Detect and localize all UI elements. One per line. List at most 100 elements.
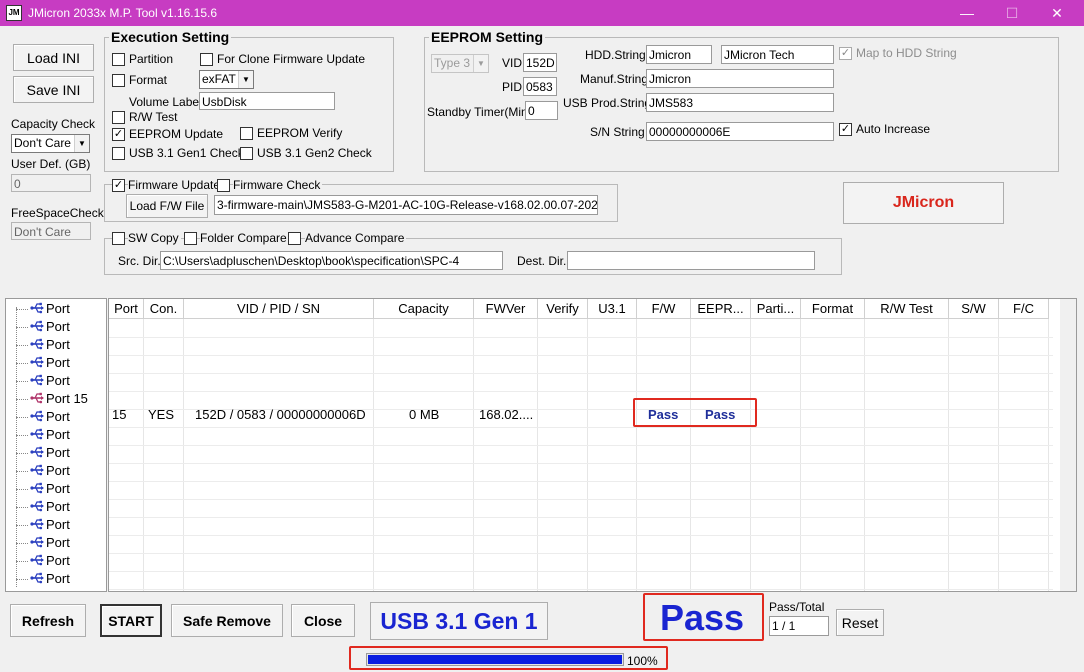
port-tree[interactable]: Port Port Port Port Port Port 15 Port Port Port P…	[5, 298, 107, 592]
maximize-icon[interactable]: ☐	[997, 3, 1027, 23]
eeprom-setting-title: EEPROM Setting	[429, 29, 546, 45]
tree-item-port[interactable]: Port	[6, 336, 106, 354]
dest-dir-field[interactable]	[567, 251, 815, 270]
firmware-check-checkbox[interactable]	[217, 179, 230, 192]
column-divider	[474, 319, 538, 591]
tree-connector	[16, 399, 28, 400]
column-divider	[999, 319, 1049, 591]
usb31-gen2-checkbox[interactable]	[240, 147, 253, 160]
usb-port-icon	[30, 427, 44, 441]
column-divider	[865, 319, 949, 591]
tree-item-port[interactable]: Port	[6, 480, 106, 498]
table-row	[109, 553, 1053, 554]
start-button[interactable]: START	[100, 604, 162, 637]
vid-field[interactable]: 152D	[523, 53, 557, 72]
usb31-gen1-checkbox[interactable]	[112, 147, 125, 160]
column-header[interactable]: Capacity	[374, 299, 474, 319]
clone-firmware-checkbox[interactable]	[200, 53, 213, 66]
row-con-cell: YES	[148, 407, 175, 422]
grid-scrollbar[interactable]	[1060, 299, 1076, 591]
advance-compare-checkbox[interactable]	[288, 232, 301, 245]
hdd-string-field-1[interactable]: Jmicron	[646, 45, 712, 64]
minimize-icon[interactable]: —	[952, 3, 982, 23]
tree-item-port[interactable]: Port	[6, 354, 106, 372]
refresh-button[interactable]: Refresh	[10, 604, 86, 637]
tree-item-port[interactable]: Port	[6, 534, 106, 552]
hdd-string-field-2[interactable]: JMicron Tech	[721, 45, 834, 64]
tree-connector	[16, 471, 28, 472]
usb-prod-string-label: USB Prod.String	[563, 96, 652, 110]
table-row	[109, 499, 1053, 500]
tree-item-port[interactable]: Port	[6, 570, 106, 588]
column-header[interactable]: Format	[801, 299, 865, 319]
tree-item-label: Port	[46, 301, 70, 316]
auto-increase-checkbox[interactable]: ✓	[839, 123, 852, 136]
column-header[interactable]: VID / PID / SN	[184, 299, 374, 319]
standby-timer-label: Standby Timer(Min.)	[427, 105, 536, 119]
tree-item-port[interactable]: Port	[6, 408, 106, 426]
sw-copy-checkbox[interactable]	[112, 232, 125, 245]
column-divider	[374, 319, 474, 591]
eeprom-verify-checkbox[interactable]	[240, 127, 253, 140]
save-ini-button[interactable]: Save INI	[13, 76, 94, 103]
firmware-path-field[interactable]: 3-firmware-main\JMS583-G-M201-AC-10G-Rel…	[214, 195, 598, 215]
load-fw-file-button[interactable]: Load F/W File	[126, 194, 208, 218]
column-header[interactable]: FWVer	[474, 299, 538, 319]
device-grid[interactable]: Port Con. VID / PID / SN Capacity FWVer Verif…	[108, 298, 1077, 592]
manuf-string-field[interactable]: Jmicron	[646, 69, 834, 88]
tree-item-port[interactable]: Port	[6, 426, 106, 444]
column-header[interactable]: R/W Test	[865, 299, 949, 319]
folder-compare-checkbox[interactable]	[184, 232, 197, 245]
dest-dir-label: Dest. Dir.	[517, 254, 567, 268]
rw-test-checkbox[interactable]	[112, 111, 125, 124]
column-header[interactable]: Verify	[538, 299, 588, 319]
tree-item-port[interactable]: Port	[6, 300, 106, 318]
column-divider	[184, 319, 374, 591]
title-bar: JM JMicron 2033x M.P. Tool v1.16.15.6 — …	[0, 0, 1084, 26]
sn-string-field[interactable]: 00000000006E	[646, 122, 834, 141]
eeprom-update-checkbox[interactable]: ✓	[112, 128, 125, 141]
tree-item-port[interactable]: Port	[6, 318, 106, 336]
column-header[interactable]: S/W	[949, 299, 999, 319]
standby-timer-field[interactable]: 0	[525, 101, 558, 120]
sn-string-label: S/N String	[590, 125, 645, 139]
close-button[interactable]: Close	[291, 604, 355, 637]
load-ini-button[interactable]: Load INI	[13, 44, 94, 71]
tree-item-port[interactable]: Port	[6, 498, 106, 516]
map-hdd-checkbox: ✓	[839, 47, 852, 60]
window-title: JMicron 2033x M.P. Tool v1.16.15.6	[28, 6, 217, 20]
column-header[interactable]: U3.1	[588, 299, 637, 319]
column-header[interactable]: EEPR...	[691, 299, 751, 319]
capacity-check-select[interactable]: Don't Care ▼	[11, 134, 90, 153]
pid-field[interactable]: 0583	[523, 77, 557, 96]
usb31-gen1-label: USB 3.1 Gen1 Check	[129, 146, 244, 160]
volume-label-field[interactable]: UsbDisk	[199, 92, 335, 110]
column-header[interactable]: F/C	[999, 299, 1049, 319]
tree-item-port[interactable]: Port	[6, 462, 106, 480]
capacity-check-value: Don't Care	[14, 136, 71, 150]
user-def-field[interactable]: 0	[11, 174, 91, 192]
tree-item-port[interactable]: Port 15	[6, 390, 106, 408]
tree-item-port[interactable]: Port	[6, 444, 106, 462]
tree-item-port[interactable]: Port	[6, 516, 106, 534]
column-header[interactable]: Parti...	[751, 299, 801, 319]
reset-button[interactable]: Reset	[836, 609, 884, 636]
result-pass-text: Pass	[660, 597, 745, 638]
column-header[interactable]: Port	[109, 299, 144, 319]
safe-remove-button[interactable]: Safe Remove	[171, 604, 283, 637]
usb-prod-string-field[interactable]: JMS583	[646, 93, 834, 112]
table-row	[109, 337, 1053, 338]
close-icon[interactable]: ✕	[1042, 3, 1072, 23]
tree-item-port[interactable]: Port	[6, 552, 106, 570]
src-dir-field[interactable]: C:\Users\adpluschen\Desktop\book\specifi…	[160, 251, 503, 270]
column-header[interactable]: F/W	[637, 299, 691, 319]
tree-item-port[interactable]: Port	[6, 372, 106, 390]
usb-mode-display: USB 3.1 Gen 1	[370, 602, 548, 640]
partition-checkbox[interactable]	[112, 53, 125, 66]
column-header[interactable]: Con.	[144, 299, 184, 319]
format-type-value: exFAT	[202, 72, 236, 86]
format-checkbox[interactable]	[112, 74, 125, 87]
format-type-select[interactable]: exFAT ▼	[199, 70, 254, 89]
firmware-update-checkbox[interactable]: ✓	[112, 179, 125, 192]
row-port-cell: 15	[112, 407, 127, 422]
